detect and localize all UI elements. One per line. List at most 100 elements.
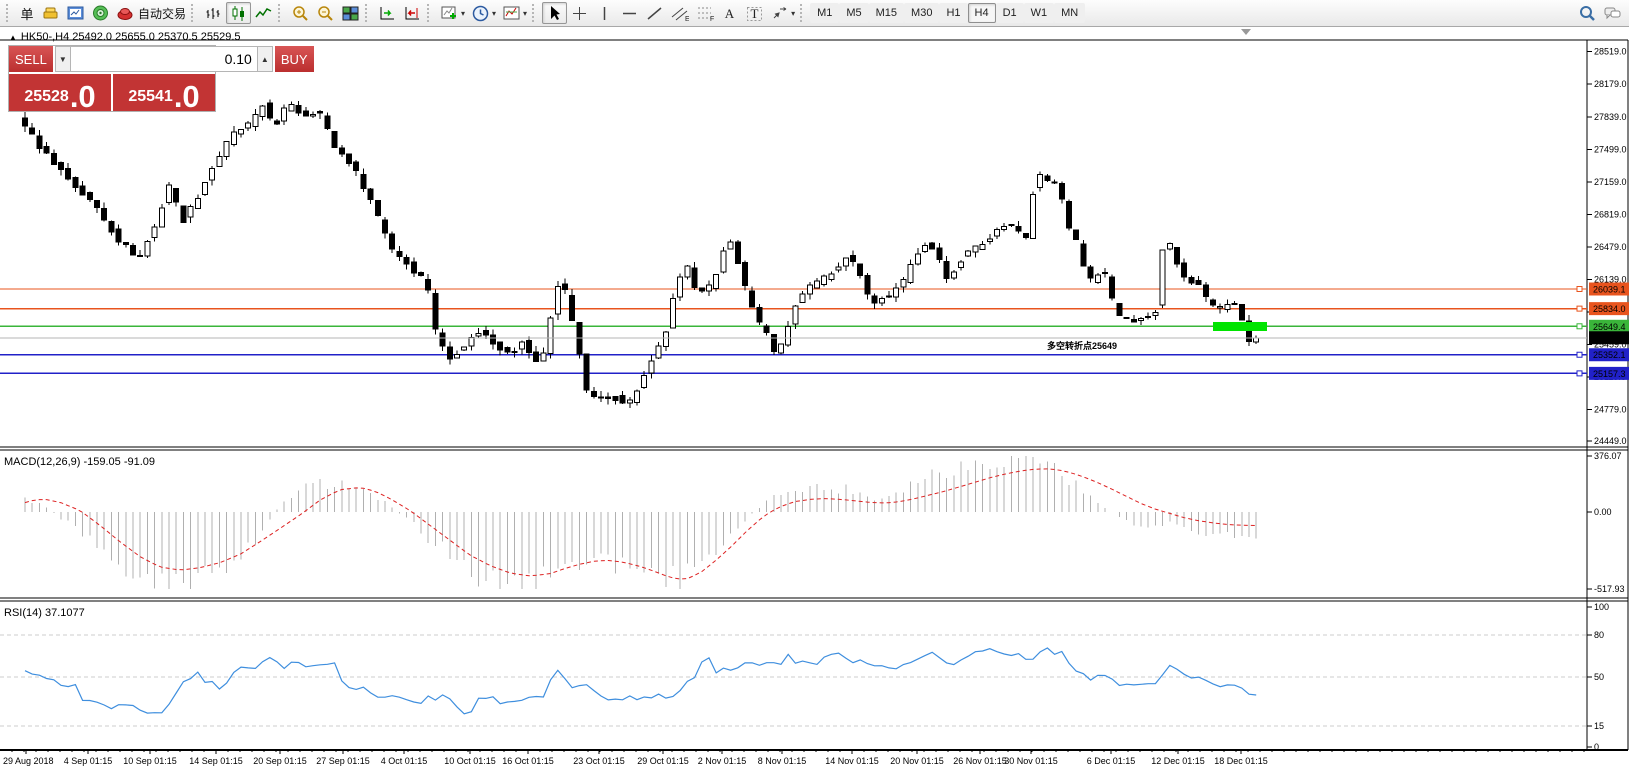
- templates-button[interactable]: ▾: [499, 2, 530, 24]
- current-price-line: 25529.5: [0, 331, 1629, 344]
- trendline-button[interactable]: [642, 2, 667, 24]
- time-axis-label[interactable]: 6 Dec 01:15: [1087, 756, 1136, 766]
- timeframe-m30-button[interactable]: M30: [904, 3, 939, 23]
- hline-25649.4[interactable]: 25649.4: [0, 320, 1629, 333]
- toolbar-group-handle[interactable]: [6, 4, 13, 22]
- timeframe-m1-button[interactable]: M1: [810, 3, 839, 23]
- horizontal-line-icon: [620, 4, 639, 23]
- toolbar-group-handle[interactable]: [191, 4, 198, 22]
- time-axis-label[interactable]: 20 Nov 01:15: [890, 756, 944, 766]
- price-tick-label: 27159.0: [1594, 177, 1627, 187]
- cursor-button[interactable]: [542, 2, 567, 24]
- toolbar-group-handle[interactable]: [427, 4, 434, 22]
- hline-price-text: 25352.1: [1593, 350, 1626, 360]
- hline-25157.3[interactable]: 25157.3: [0, 367, 1629, 380]
- equidistant-channel-button[interactable]: E: [667, 2, 692, 24]
- market-watch-button[interactable]: [38, 2, 63, 24]
- time-axis-label[interactable]: 10 Oct 01:15: [444, 756, 496, 766]
- time-axis-label[interactable]: 23 Oct 01:15: [573, 756, 625, 766]
- toolbar-group-handle[interactable]: [800, 4, 807, 22]
- time-axis-label[interactable]: 4 Sep 01:15: [64, 756, 113, 766]
- chevron-down-icon[interactable]: ▾: [492, 9, 496, 18]
- timeframe-h4-button[interactable]: H4: [968, 3, 996, 23]
- timeframe-m5-button[interactable]: M5: [839, 3, 868, 23]
- vertical-line-button[interactable]: [592, 2, 617, 24]
- crosshair-button[interactable]: [567, 2, 592, 24]
- new-order-button[interactable]: 单: [16, 2, 38, 24]
- hline-handle: [1577, 352, 1582, 357]
- volume-input[interactable]: [71, 46, 257, 72]
- zoom-out-button[interactable]: [313, 2, 338, 24]
- toolbar-group-handle[interactable]: [278, 4, 285, 22]
- time-axis-label[interactable]: 30 Nov 01:15: [1004, 756, 1058, 766]
- charts-button[interactable]: [63, 2, 88, 24]
- tile-windows-button[interactable]: [338, 2, 363, 24]
- hline-25834.0[interactable]: 25834.0: [0, 302, 1629, 315]
- annotation-text[interactable]: 多空转折点25649: [1047, 340, 1117, 351]
- annotation-highlight-bar[interactable]: [1213, 322, 1267, 331]
- volume-decrease-button[interactable]: ▼: [55, 46, 71, 72]
- time-axis-label[interactable]: 10 Sep 01:15: [123, 756, 177, 766]
- hline-25352.1[interactable]: 25352.1: [0, 348, 1629, 361]
- macd-indicator-label: MACD(12,26,9) -159.05 -91.09: [4, 456, 155, 468]
- shapes-button[interactable]: ▾: [767, 2, 798, 24]
- chart-shift-button[interactable]: [400, 2, 425, 24]
- time-axis-label[interactable]: 18 Dec 01:15: [1214, 756, 1268, 766]
- bar-chart-button[interactable]: [201, 2, 226, 24]
- time-axis-label[interactable]: 2 Nov 01:15: [698, 756, 747, 766]
- signals-button[interactable]: [88, 2, 113, 24]
- auto-scroll-button[interactable]: [375, 2, 400, 24]
- timeframe-m15-button[interactable]: M15: [869, 3, 904, 23]
- time-axis-label[interactable]: 14 Nov 01:15: [825, 756, 879, 766]
- hline-handle: [1577, 287, 1582, 292]
- toolbar-group-handle[interactable]: [532, 4, 539, 22]
- buy-price-display[interactable]: 25541.0: [111, 74, 215, 111]
- price-tick-label: 27499.0: [1594, 144, 1627, 154]
- symbol-collapse-icon[interactable]: ▲: [9, 33, 17, 42]
- indicators-button[interactable]: ▾: [437, 2, 468, 24]
- timeframe-mn-button[interactable]: MN: [1054, 3, 1085, 23]
- sell-price-display[interactable]: 25528.0: [9, 74, 111, 111]
- fibonacci-button[interactable]: F: [692, 2, 717, 24]
- chart-shift-marker[interactable]: [1241, 29, 1251, 35]
- time-axis-label[interactable]: 29 Oct 01:15: [637, 756, 689, 766]
- time-axis-label[interactable]: 29 Aug 2018: [3, 756, 54, 766]
- svg-text:A: A: [725, 6, 735, 21]
- chevron-down-icon[interactable]: ▾: [523, 9, 527, 18]
- horizontal-line-button[interactable]: [617, 2, 642, 24]
- shapes-icon: [770, 4, 789, 23]
- time-axis-label[interactable]: 26 Nov 01:15: [953, 756, 1007, 766]
- chat-button[interactable]: [1600, 2, 1625, 24]
- time-axis-label[interactable]: 14 Sep 01:15: [189, 756, 243, 766]
- line-chart-button[interactable]: [251, 2, 276, 24]
- text-label-button[interactable]: T: [742, 2, 767, 24]
- periods-button[interactable]: ▾: [468, 2, 499, 24]
- candlestick-chart-button[interactable]: [226, 2, 251, 24]
- toolbar-group-handle[interactable]: [365, 4, 372, 22]
- time-axis-label[interactable]: 20 Sep 01:15: [253, 756, 307, 766]
- sell-button[interactable]: SELL: [9, 46, 53, 72]
- auto-trading-button[interactable]: 自动交易: [113, 2, 189, 24]
- zoom-in-button[interactable]: [288, 2, 313, 24]
- time-axis-label[interactable]: 16 Oct 01:15: [502, 756, 554, 766]
- time-axis-label[interactable]: 8 Nov 01:15: [758, 756, 807, 766]
- chevron-down-icon[interactable]: ▾: [461, 9, 465, 18]
- volume-increase-button[interactable]: ▲: [257, 46, 273, 72]
- time-axis: 29 Aug 2018 4 Sep 01:15 10 Sep 01:15 14 Sep…: [3, 750, 1584, 766]
- chart-canvas[interactable]: 28519.028179.027839.027499.027159.026819…: [0, 27, 1629, 768]
- timeframe-h1-button[interactable]: H1: [939, 3, 967, 23]
- timeframe-d1-button[interactable]: D1: [996, 3, 1024, 23]
- price-tick-label: 28179.0: [1594, 79, 1627, 89]
- svg-text:E: E: [685, 16, 689, 23]
- buy-button[interactable]: BUY: [275, 46, 314, 72]
- market-watch-icon: [41, 4, 60, 23]
- time-axis-label[interactable]: 4 Oct 01:15: [381, 756, 428, 766]
- time-axis-label[interactable]: 27 Sep 01:15: [316, 756, 370, 766]
- text-button[interactable]: A: [717, 2, 742, 24]
- search-button[interactable]: [1575, 2, 1600, 24]
- timeframe-w1-button[interactable]: W1: [1024, 3, 1055, 23]
- new-order-label: 单: [20, 4, 33, 23]
- time-axis-label[interactable]: 12 Dec 01:15: [1151, 756, 1205, 766]
- macd-signal-line: [25, 469, 1256, 579]
- chevron-down-icon[interactable]: ▾: [791, 9, 795, 18]
